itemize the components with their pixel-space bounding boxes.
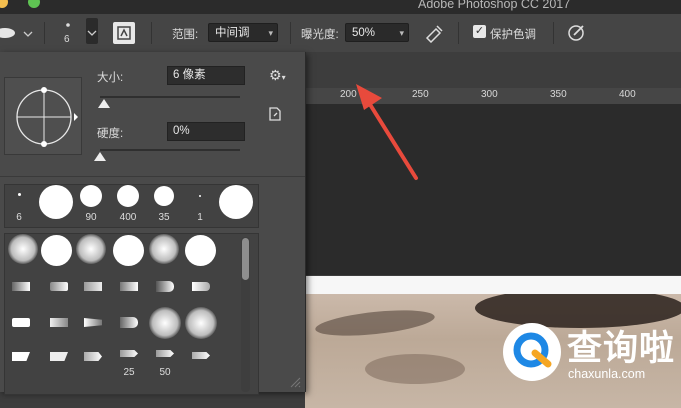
brush-tip-label: 90	[85, 212, 97, 223]
brush-tip[interactable]	[76, 234, 106, 264]
eye-shadow-shape	[365, 354, 465, 384]
options-separator	[290, 22, 291, 44]
brush-tip-label: 1	[197, 212, 203, 223]
brush-tip[interactable]	[156, 281, 174, 292]
dodge-tool-icon[interactable]	[0, 24, 38, 42]
protect-tones-label: 保护色调	[490, 29, 536, 41]
chevron-down-icon: ▾	[399, 28, 404, 38]
eyebrow-shape	[314, 305, 436, 341]
new-preset-icon[interactable]	[268, 107, 282, 121]
ruler-label: 350	[550, 89, 567, 100]
brush-size-badge: 6	[64, 34, 70, 45]
brush-tip[interactable]	[50, 282, 68, 291]
minimize-window-button[interactable]	[0, 0, 8, 8]
tool-options-bar: 6 范围: 中间调 ▾ 曝光度: 50% ▾ ✓ 保护色调	[0, 14, 681, 53]
exposure-field[interactable]: 50% ▾	[345, 23, 409, 42]
options-separator	[458, 22, 459, 44]
app-title: Adobe Photoshop CC 2017	[418, 0, 571, 11]
brush-tip[interactable]	[117, 185, 139, 207]
size-slider-track[interactable]	[100, 96, 240, 98]
hardness-input[interactable]: 0%	[167, 122, 245, 141]
size-input[interactable]: 6 像素	[167, 66, 245, 85]
ruler-label: 250	[412, 89, 429, 100]
brush-tip-label: 35	[158, 212, 170, 223]
options-separator	[44, 22, 45, 44]
title-bar: Adobe Photoshop CC 2017	[0, 0, 681, 14]
document-margin	[305, 276, 681, 294]
brush-tip[interactable]	[84, 282, 102, 291]
brush-tip[interactable]	[185, 235, 216, 266]
brush-tip-label: 25	[123, 367, 135, 378]
exposure-value: 50%	[352, 27, 376, 39]
brush-tip[interactable]	[196, 192, 204, 200]
brush-tip[interactable]	[41, 235, 72, 266]
chevron-down-icon: ▾	[268, 28, 273, 38]
brush-tip[interactable]	[14, 189, 24, 199]
protect-tones-checkbox[interactable]: ✓	[473, 25, 486, 38]
horizontal-ruler[interactable]: 200 250 300 350 400	[290, 88, 681, 105]
brush-tip[interactable]	[219, 185, 253, 219]
ruler-label: 200	[340, 89, 357, 100]
hardness-label: 硬度:	[97, 128, 124, 140]
airbrush-icon[interactable]	[424, 23, 446, 44]
brush-tip[interactable]	[149, 234, 179, 264]
brush-tip[interactable]	[120, 282, 138, 291]
brush-tip[interactable]	[120, 350, 138, 357]
pressure-size-icon[interactable]	[566, 23, 588, 43]
size-slider-thumb[interactable]	[98, 99, 111, 108]
options-separator	[151, 22, 152, 44]
brush-tip[interactable]	[185, 307, 217, 339]
brush-tip-label: 400	[119, 212, 137, 223]
brush-tip[interactable]	[84, 352, 102, 361]
zoom-window-button[interactable]	[28, 0, 40, 8]
brush-tip[interactable]	[120, 317, 138, 328]
brush-tip[interactable]	[156, 350, 174, 357]
resize-grip-icon[interactable]	[289, 376, 301, 388]
brush-preset-picker[interactable]: 6	[58, 18, 100, 48]
search-logo-icon	[503, 323, 561, 381]
brush-tip[interactable]	[153, 185, 175, 207]
hardness-slider-thumb[interactable]	[94, 152, 106, 161]
brush-tip[interactable]	[80, 185, 102, 207]
brush-tip[interactable]	[50, 318, 68, 327]
brush-tip[interactable]	[8, 234, 38, 264]
brush-tip[interactable]	[12, 282, 30, 291]
watermark-brand: 查询啦	[567, 329, 676, 369]
canvas-pasteboard	[305, 105, 681, 275]
brush-preset-panel: 大小: 6 像素 ⚙▾ 硬度: 0% 6 90 400 35 1 25 50	[0, 52, 306, 395]
range-dropdown[interactable]: 中间调 ▾	[208, 23, 278, 42]
size-label: 大小:	[97, 72, 124, 84]
brush-tip-label: 6	[16, 212, 22, 223]
exposure-label: 曝光度:	[301, 29, 339, 41]
toggle-brush-panel-icon[interactable]	[113, 22, 135, 44]
options-separator	[553, 22, 554, 44]
panel-divider	[0, 176, 305, 177]
brush-tip-label: 50	[159, 367, 171, 378]
brush-tip[interactable]	[113, 235, 144, 266]
brush-tip[interactable]	[149, 307, 181, 339]
range-label: 范围:	[172, 29, 199, 41]
brush-tip[interactable]	[192, 352, 210, 359]
brush-grid-scrollbar[interactable]	[241, 237, 250, 392]
brush-tip[interactable]	[12, 318, 30, 327]
brush-tip[interactable]	[39, 185, 73, 219]
gear-icon[interactable]: ⚙▾	[269, 67, 289, 83]
brush-tip[interactable]	[192, 282, 210, 291]
scrollbar-thumb[interactable]	[242, 238, 249, 280]
watermark: 查询啦 chaxunla.com	[499, 316, 675, 386]
watermark-url: chaxunla.com	[568, 367, 646, 381]
brush-angle-preview-icon[interactable]	[4, 77, 82, 155]
ruler-label: 400	[619, 89, 636, 100]
hardness-slider-track[interactable]	[100, 149, 240, 151]
ruler-label: 300	[481, 89, 498, 100]
range-value: 中间调	[215, 27, 250, 39]
